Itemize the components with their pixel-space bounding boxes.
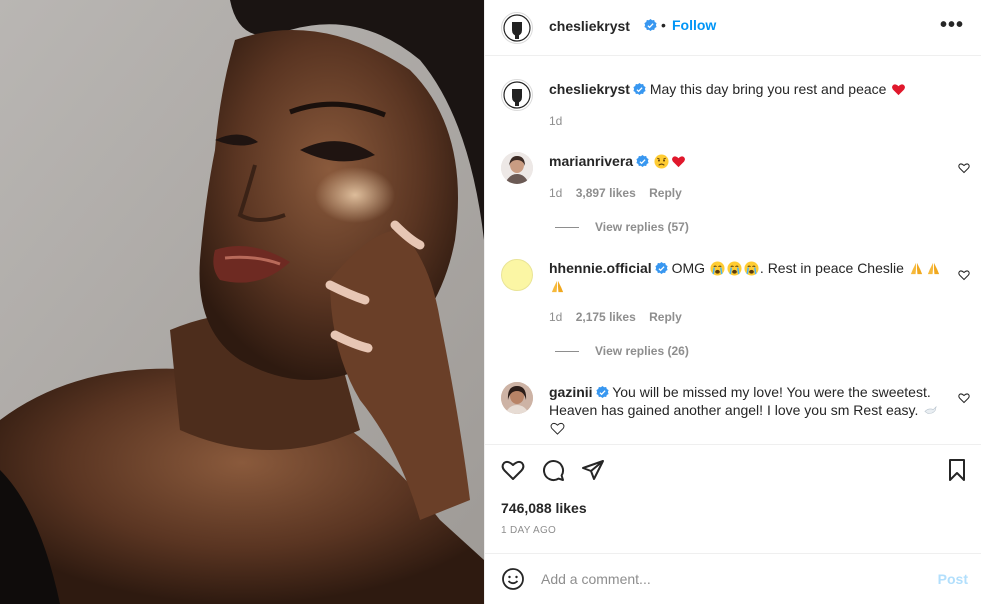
divider-line bbox=[555, 351, 579, 353]
send-icon[interactable] bbox=[581, 458, 605, 482]
comment-text-line1: You will be missed my love! You were the… bbox=[612, 384, 931, 400]
comments-list[interactable]: chesliekryst May this day bring you rest… bbox=[485, 57, 981, 444]
comment-time[interactable]: 1d bbox=[549, 310, 562, 324]
post-panel: chesliekryst • Follow ••• chesliekryst M… bbox=[484, 0, 981, 604]
comment-like-heart-icon[interactable] bbox=[958, 162, 970, 174]
post-dialog: chesliekryst • Follow ••• chesliekryst M… bbox=[0, 0, 981, 604]
commenter-username[interactable]: marianrivera bbox=[549, 153, 633, 169]
caption-username[interactable]: chesliekryst bbox=[549, 81, 630, 97]
crying-face-emoji-icon bbox=[710, 261, 725, 276]
comment-likes[interactable]: 3,897 likes bbox=[576, 186, 636, 200]
red-heart-emoji-icon bbox=[892, 84, 906, 96]
smiley-icon[interactable] bbox=[501, 567, 525, 591]
reply-button[interactable]: Reply bbox=[649, 186, 682, 200]
portrait-image bbox=[0, 0, 484, 604]
commenter-avatar[interactable] bbox=[501, 382, 533, 414]
comment-likes[interactable]: 2,175 likes bbox=[576, 310, 636, 324]
author-username[interactable]: chesliekryst bbox=[549, 18, 630, 34]
view-replies-button[interactable]: View replies (26) bbox=[555, 344, 689, 358]
folded-hands-emoji-icon bbox=[910, 262, 922, 275]
comment-meta: 1d 3,897 likes Reply bbox=[549, 186, 682, 200]
caption-text: May this day bring you rest and peace bbox=[649, 81, 887, 97]
verified-badge-icon bbox=[644, 19, 657, 32]
view-replies-button[interactable]: View replies (57) bbox=[555, 220, 689, 234]
caption-avatar[interactable] bbox=[501, 79, 533, 111]
more-options-button[interactable]: ••• bbox=[940, 14, 964, 37]
reply-button[interactable]: Reply bbox=[649, 310, 682, 324]
divider-line bbox=[555, 227, 579, 229]
likes-count[interactable]: 746,088 likes bbox=[501, 500, 587, 516]
verified-badge-icon bbox=[636, 155, 649, 168]
fist-logo-icon bbox=[503, 14, 531, 42]
fist-logo-icon bbox=[503, 81, 531, 109]
commenter-username[interactable]: hhennie.official bbox=[549, 260, 652, 276]
add-comment-bar: Post bbox=[485, 553, 981, 604]
comment-meta: 1d 2,175 likes Reply bbox=[549, 310, 682, 324]
post-comment-button[interactable]: Post bbox=[938, 571, 968, 587]
commenter-username[interactable]: gazinii bbox=[549, 384, 593, 400]
crying-face-emoji-icon bbox=[744, 261, 759, 276]
crying-face-emoji-icon bbox=[727, 261, 742, 276]
folded-hands-emoji-icon bbox=[551, 280, 564, 293]
comment-text-start: OMG bbox=[671, 260, 706, 276]
view-replies-label: View replies (26) bbox=[595, 344, 689, 358]
author-avatar[interactable] bbox=[501, 12, 533, 44]
caption-time[interactable]: 1d bbox=[549, 114, 562, 128]
comment-text-line2: Heaven has gained another angel! I love … bbox=[549, 402, 919, 418]
comment-text-mid: . Rest in peace Cheslie bbox=[759, 260, 904, 276]
follow-button[interactable]: Follow bbox=[672, 17, 716, 33]
heart-icon[interactable] bbox=[501, 458, 525, 482]
sad-face-emoji-icon bbox=[654, 154, 669, 169]
verified-badge-icon bbox=[633, 83, 646, 96]
post-actions: 746,088 likes 1 DAY AGO bbox=[485, 444, 981, 554]
separator-dot: • bbox=[661, 17, 666, 33]
post-header: chesliekryst • Follow ••• bbox=[485, 0, 981, 56]
comment-like-heart-icon[interactable] bbox=[958, 392, 970, 404]
comment-input[interactable] bbox=[541, 569, 921, 589]
profile-photo-icon bbox=[501, 382, 533, 414]
comment-like-heart-icon[interactable] bbox=[958, 269, 970, 281]
dove-emoji-icon bbox=[924, 405, 937, 414]
folded-hands-emoji-icon bbox=[927, 262, 939, 275]
verified-badge-icon bbox=[655, 262, 668, 275]
red-heart-emoji-icon bbox=[671, 156, 685, 168]
view-replies-label: View replies (57) bbox=[595, 220, 689, 234]
profile-photo-icon bbox=[501, 152, 533, 184]
post-photo[interactable] bbox=[0, 0, 484, 604]
post-age[interactable]: 1 DAY AGO bbox=[501, 525, 556, 536]
white-heart-emoji-icon bbox=[550, 422, 565, 435]
commenter-avatar[interactable] bbox=[501, 152, 533, 184]
comment-time[interactable]: 1d bbox=[549, 186, 562, 200]
verified-badge-icon bbox=[595, 386, 609, 399]
comment-icon[interactable] bbox=[541, 458, 565, 482]
commenter-avatar[interactable] bbox=[501, 259, 533, 291]
bookmark-icon[interactable] bbox=[945, 458, 969, 482]
